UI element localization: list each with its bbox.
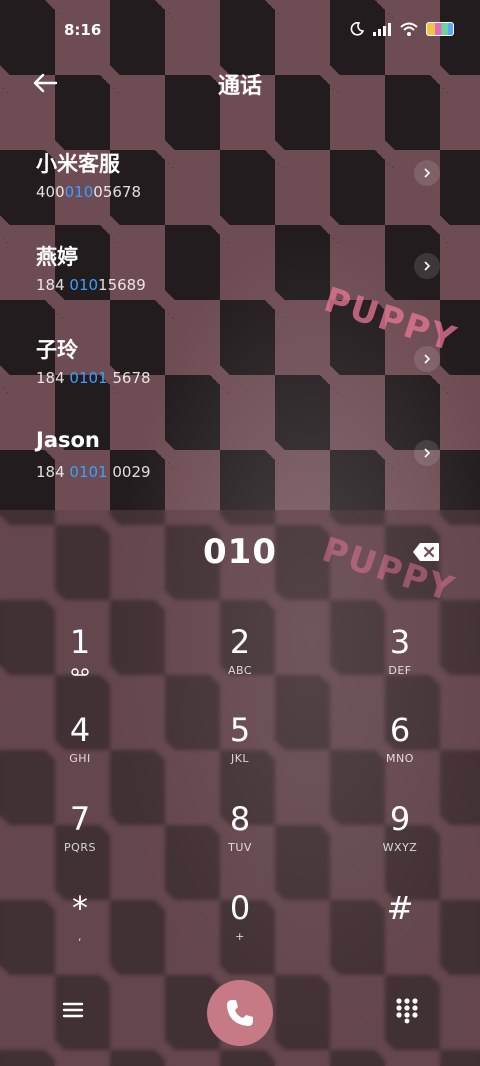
- dialpad: PUPPY 010 1 2 ABC 3 DEF 4 GHI 5 JKL 6 MNO 7 PQ…: [0, 510, 480, 1066]
- dial-key-star[interactable]: *,: [20, 888, 140, 972]
- status-bar: 8:16: [0, 0, 480, 60]
- contact-name: Jason: [36, 428, 100, 452]
- dial-key-7[interactable]: 7 PQRS: [20, 799, 140, 883]
- chevron-right-icon[interactable]: [414, 160, 440, 186]
- page-title: 通话: [217, 74, 262, 99]
- dial-key-4[interactable]: 4 GHI: [20, 710, 140, 794]
- phone-icon: [227, 1000, 253, 1026]
- dial-key-hash[interactable]: #: [340, 888, 460, 972]
- backspace-icon[interactable]: [412, 542, 440, 562]
- status-icons: [350, 22, 454, 36]
- dial-input[interactable]: 010: [0, 532, 480, 572]
- status-time: 8:16: [64, 21, 102, 39]
- contact-number: 184 0101 0029: [36, 463, 151, 481]
- contact-name: 燕婷: [36, 245, 78, 269]
- contact-number: 184 01015689: [36, 276, 146, 294]
- dial-key-0[interactable]: 0 +: [180, 888, 300, 972]
- voicemail-icon: [71, 668, 89, 676]
- contact-number: 40001005678: [36, 183, 141, 201]
- dial-key-5[interactable]: 5 JKL: [180, 710, 300, 794]
- dial-key-2[interactable]: 2 ABC: [180, 622, 300, 706]
- dial-key-6[interactable]: 6 MNO: [340, 710, 460, 794]
- menu-icon[interactable]: [58, 998, 88, 1022]
- contact-number: 184 0101 5678: [36, 369, 151, 387]
- dial-key-1[interactable]: 1: [20, 622, 140, 706]
- header: 通话: [0, 60, 480, 106]
- contact-name: 子玲: [36, 338, 78, 362]
- contact-row[interactable]: 燕婷 184 01015689: [0, 231, 480, 323]
- contact-row[interactable]: Jason 184 0101 0029: [0, 418, 480, 510]
- battery-icon: [426, 22, 454, 36]
- dial-key-3[interactable]: 3 DEF: [340, 622, 460, 706]
- chevron-right-icon[interactable]: [414, 253, 440, 279]
- moon-icon: [350, 22, 364, 36]
- chevron-right-icon[interactable]: [414, 440, 440, 466]
- signal-icon: [373, 23, 391, 36]
- keypad-icon[interactable]: [394, 996, 420, 1024]
- wifi-icon: [400, 22, 418, 36]
- contact-row[interactable]: 子玲 184 0101 5678: [0, 324, 480, 416]
- dial-key-8[interactable]: 8 TUV: [180, 799, 300, 883]
- call-button[interactable]: [207, 980, 273, 1046]
- chevron-right-icon[interactable]: [414, 346, 440, 372]
- contact-row[interactable]: 小米客服 40001005678: [0, 138, 480, 230]
- dial-key-9[interactable]: 9 WXYZ: [340, 799, 460, 883]
- contact-name: 小米客服: [36, 152, 120, 176]
